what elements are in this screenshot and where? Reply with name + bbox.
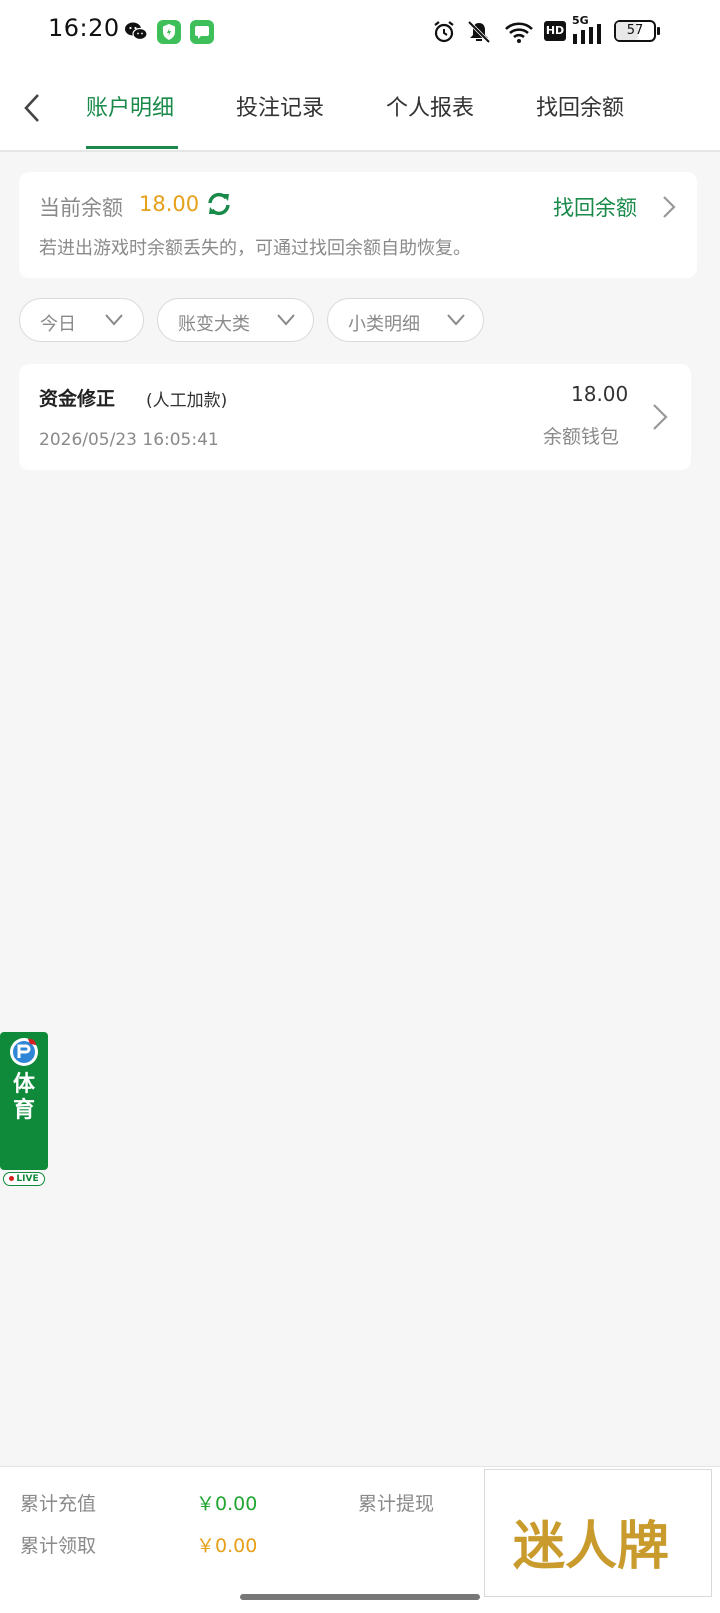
hd-icon: HD: [544, 21, 566, 41]
filter-date-label: 今日: [40, 314, 76, 335]
filter-subcategory[interactable]: 小类明细: [327, 298, 484, 342]
top-nav: 账户明细 投注记录 个人报表 找回余额: [0, 66, 720, 152]
chevron-down-icon: [277, 314, 295, 326]
wechat-icon: [125, 22, 148, 41]
live-label: LIVE: [16, 1174, 39, 1184]
tab-recover-balance[interactable]: 找回余额: [536, 90, 624, 122]
status-time: 16:20: [48, 14, 120, 42]
signal-icon: [573, 24, 601, 44]
record-subtitle: (人工加款): [146, 391, 228, 411]
filter-date[interactable]: 今日: [19, 298, 144, 342]
status-bar: 16:20 HD 5G 57: [0, 0, 720, 66]
list-item[interactable]: 资金修正 (人工加款) 2026/05/23 16:05:41 18.00 余额…: [19, 364, 691, 470]
total-recharge-value: ￥0.00: [196, 1493, 258, 1515]
message-app-icon: [190, 20, 214, 44]
home-indicator[interactable]: [240, 1594, 480, 1600]
sports-float-button[interactable]: 体育 LIVE: [0, 1032, 48, 1186]
balance-label: 当前余额: [39, 196, 123, 220]
balance-value: 18.00: [139, 192, 200, 216]
tab-bet-records[interactable]: 投注记录: [236, 90, 324, 122]
tab-personal-report[interactable]: 个人报表: [386, 90, 474, 122]
sports-logo-icon: [10, 1038, 38, 1066]
filter-category[interactable]: 账变大类: [157, 298, 314, 342]
refresh-icon[interactable]: [205, 190, 233, 218]
mute-icon: [467, 20, 491, 44]
chevron-down-icon: [105, 314, 123, 326]
tab-account-details[interactable]: 账户明细: [86, 90, 174, 122]
alarm-icon: [434, 21, 454, 43]
total-claim-value: ￥0.00: [196, 1535, 258, 1557]
chevron-right-icon[interactable]: [661, 194, 677, 220]
battery-icon: 57: [614, 20, 656, 42]
wifi-icon: [505, 22, 533, 43]
record-amount: 18.00: [571, 382, 629, 406]
recover-balance-link[interactable]: 找回余额: [553, 192, 637, 222]
sports-label: 体育: [12, 1072, 35, 1123]
sports-banner: 体育: [0, 1032, 48, 1170]
total-recharge-label: 累计充值: [20, 1493, 97, 1515]
battery-tip: [657, 27, 660, 35]
filter-category-label: 账变大类: [178, 314, 250, 335]
total-claim-label: 累计领取: [20, 1535, 97, 1557]
chevron-down-icon: [447, 314, 465, 326]
active-tab-indicator: [86, 146, 178, 149]
balance-note: 若进出游戏时余额丢失的，可通过找回余额自助恢复。: [39, 238, 471, 259]
shield-app-icon: [157, 20, 181, 44]
back-icon[interactable]: [18, 92, 46, 124]
promo-banner[interactable]: 迷人牌: [484, 1469, 712, 1597]
total-withdraw-label: 累计提现: [358, 1493, 435, 1515]
live-dot-icon: [9, 1176, 15, 1181]
battery-level: 57: [626, 23, 644, 38]
summary-footer: 累计充值 ￥0.00 累计提现 累计领取 ￥0.00 迷人牌: [0, 1466, 720, 1613]
chevron-right-icon: [653, 404, 668, 430]
balance-card: 当前余额 18.00 找回余额 若进出游戏时余额丢失的，可通过找回余额自助恢复。: [19, 172, 697, 278]
record-title: 资金修正: [39, 388, 116, 410]
live-badge: LIVE: [3, 1172, 45, 1186]
filter-subcategory-label: 小类明细: [348, 314, 420, 335]
record-date: 2026/05/23 16:05:41: [39, 430, 219, 450]
record-wallet: 余额钱包: [543, 426, 620, 448]
promo-banner-text: 迷人牌: [513, 1517, 670, 1577]
